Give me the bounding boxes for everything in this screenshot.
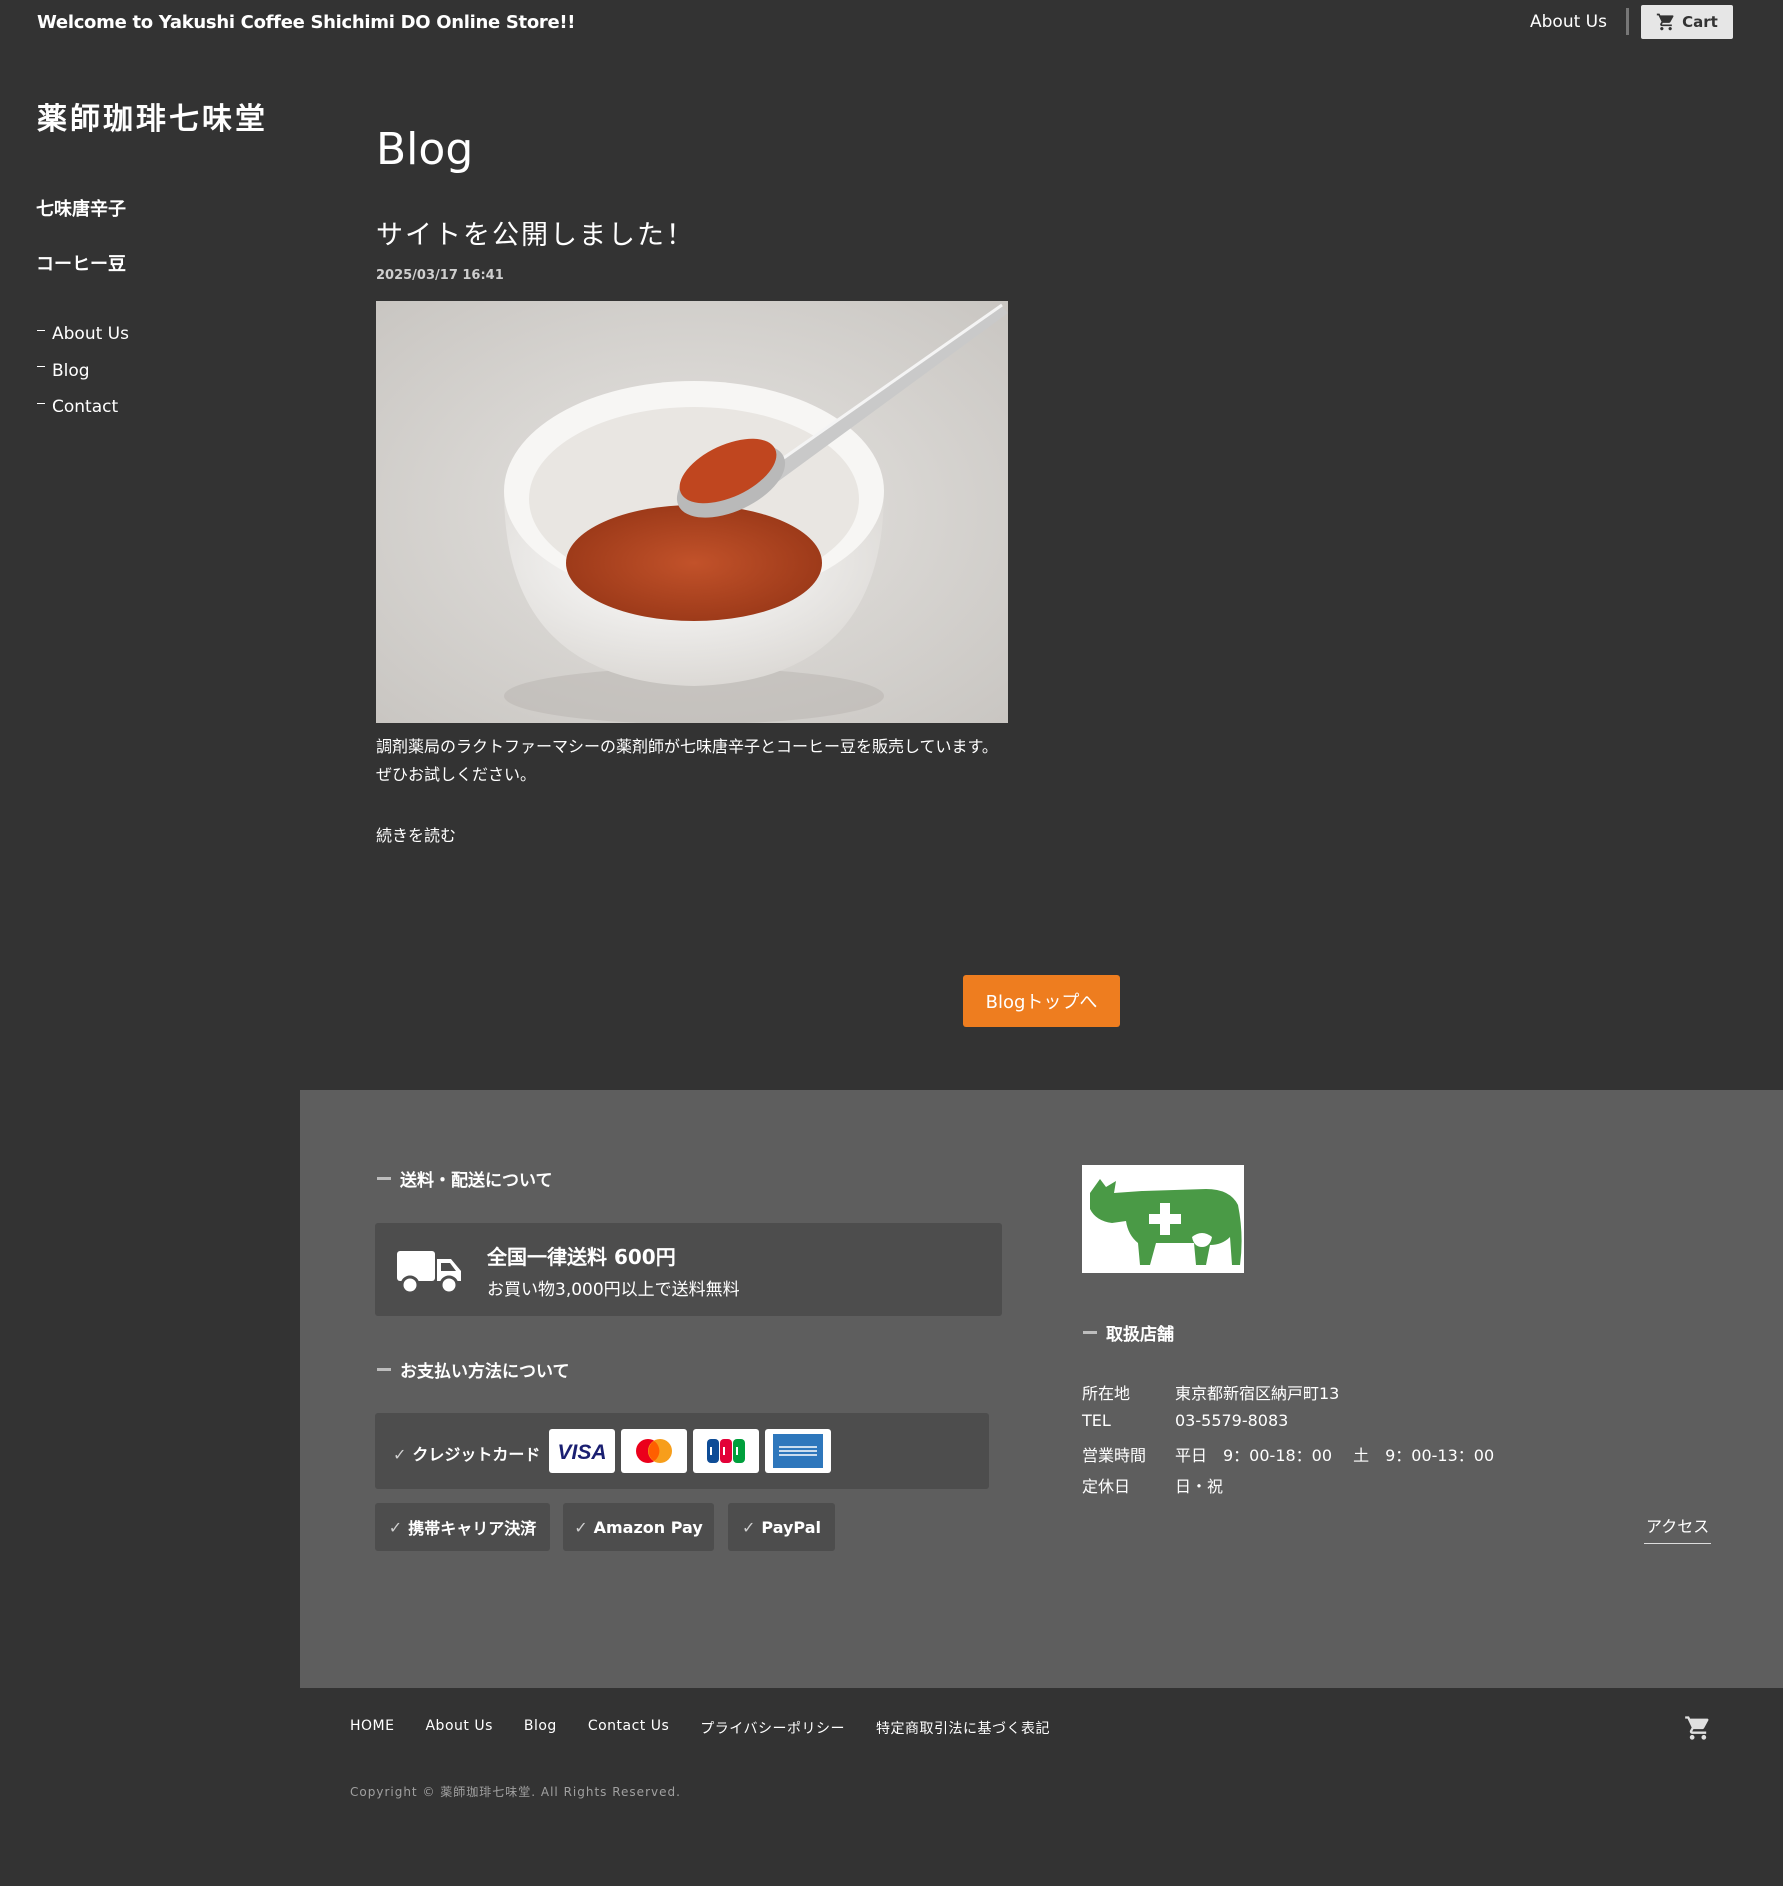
payment-option-label: 携帯キャリア決済	[408, 1519, 537, 1538]
site-logo[interactable]: 薬師珈琲七味堂	[37, 94, 268, 138]
dash-icon	[37, 329, 45, 331]
payment-option-label: PayPal	[761, 1517, 821, 1537]
page-title: Blog	[376, 124, 474, 175]
shop-value: 03-5579-8083	[1175, 1411, 1289, 1430]
shop-value: 日・祝	[1175, 1477, 1224, 1496]
read-more-link[interactable]: 続きを読む	[376, 822, 456, 846]
credit-card-label: ✓ クレジットカード	[393, 1441, 540, 1465]
sidebar-item-label: About Us	[52, 324, 129, 344]
post-excerpt: 調剤薬局のラクトファーマシーの薬剤師が七味唐辛子とコーヒー豆を販売しています。ぜ…	[376, 737, 998, 784]
amex-icon	[765, 1429, 831, 1473]
footer-link-contact[interactable]: Contact Us	[588, 1718, 669, 1738]
footer-nav: HOME About Us Blog Contact Us プライバシーポリシー…	[350, 1718, 1050, 1738]
paypal-chip: ✓ PayPal	[728, 1503, 835, 1551]
cart-button[interactable]: Cart	[1641, 5, 1733, 39]
heading-bar-icon	[377, 1177, 391, 1180]
footer-link-tokusho[interactable]: 特定商取引法に基づく表記	[876, 1718, 1050, 1738]
shop-label: TEL	[1082, 1411, 1111, 1430]
cart-label: Cart	[1682, 13, 1718, 31]
shop-label: 定休日	[1082, 1477, 1131, 1496]
sidebar-item-blog[interactable]: Blog	[37, 361, 129, 398]
shipping-fee: 全国一律送料 600円	[487, 1245, 676, 1269]
truck-icon	[397, 1251, 461, 1295]
shop-heading: 取扱店舗	[1083, 1320, 1174, 1345]
site-footer: HOME About Us Blog Contact Us プライバシーポリシー…	[300, 1688, 1783, 1886]
heading-bar-icon	[377, 1368, 391, 1371]
category-shichimi[interactable]: 七味唐辛子	[36, 195, 126, 221]
sidebar-item-contact[interactable]: Contact	[37, 397, 129, 434]
shop-row-address: 所在地 東京都新宿区納戸町13	[1082, 1380, 1494, 1411]
cart-icon	[1656, 13, 1674, 31]
shop-row-hours: 営業時間 平日 9：00-18：00 土 9：00-13：00	[1082, 1442, 1494, 1473]
cart-icon[interactable]	[1683, 1714, 1713, 1742]
header-divider	[1626, 8, 1629, 35]
dash-icon	[37, 402, 45, 404]
check-icon: ✓	[393, 1445, 407, 1464]
dash-icon	[37, 366, 45, 367]
amazon-pay-chip: ✓ Amazon Pay	[563, 1503, 714, 1551]
footer-link-privacy[interactable]: プライバシーポリシー	[700, 1718, 845, 1738]
heading-bar-icon	[1083, 1331, 1097, 1334]
shop-label: 営業時間	[1082, 1446, 1147, 1465]
footer-link-blog[interactable]: Blog	[524, 1718, 557, 1738]
credit-card-box: ✓ クレジットカード VISA	[375, 1413, 989, 1489]
free-shipping-note: お買い物3,000円以上で送料無料	[487, 1280, 740, 1300]
sidebar-nav: About Us Blog Contact	[37, 324, 129, 434]
sidebar-item-about[interactable]: About Us	[37, 324, 129, 361]
payment-heading: お支払い方法について	[377, 1357, 570, 1382]
svg-text:VISA: VISA	[557, 1441, 606, 1463]
shop-value: 東京都新宿区納戸町13	[1175, 1384, 1340, 1403]
shop-label: 所在地	[1082, 1384, 1131, 1403]
jcb-icon	[693, 1429, 759, 1473]
check-icon: ✓	[388, 1517, 403, 1537]
shipping-heading-text: 送料・配送について	[400, 1171, 553, 1191]
check-icon: ✓	[741, 1517, 756, 1537]
store-info-section: 送料・配送について 全国一律送料 600円 お買い物3,000円以上で送料無料 …	[300, 1090, 1783, 1688]
post-date: 2025/03/17 16:41	[376, 268, 504, 283]
post-image[interactable]	[376, 301, 1008, 723]
pharmacy-cow-logo	[1082, 1165, 1244, 1273]
footer-link-home[interactable]: HOME	[350, 1718, 394, 1738]
mastercard-icon	[621, 1429, 687, 1473]
category-coffee[interactable]: コーヒー豆	[36, 250, 126, 276]
shop-heading-text: 取扱店舗	[1106, 1325, 1174, 1345]
check-icon: ✓	[574, 1517, 588, 1537]
payment-option-label: Amazon Pay	[593, 1517, 703, 1537]
shop-row-closed: 定休日 日・祝	[1082, 1473, 1494, 1504]
payment-heading-text: お支払い方法について	[400, 1362, 570, 1382]
sidebar-item-label: Contact	[52, 397, 119, 417]
shop-row-tel: TEL 03-5579-8083	[1082, 1411, 1494, 1442]
sidebar-item-label: Blog	[52, 360, 90, 381]
shipping-box: 全国一律送料 600円 お買い物3,000円以上で送料無料	[375, 1223, 1002, 1316]
visa-icon: VISA	[549, 1429, 615, 1473]
footer-link-about[interactable]: About Us	[425, 1718, 492, 1738]
blog-top-button[interactable]: Blogトップへ	[963, 975, 1120, 1027]
shipping-heading: 送料・配送について	[377, 1166, 553, 1191]
access-link[interactable]: アクセス	[1644, 1513, 1712, 1544]
copyright: Copyright © 薬師珈琲七味堂. All Rights Reserved…	[350, 1785, 681, 1799]
post-title[interactable]: サイトを公開しました！	[376, 213, 695, 252]
carrier-payment-chip: ✓ 携帯キャリア決済	[375, 1503, 550, 1551]
welcome-message: Welcome to Yakushi Coffee Shichimi DO On…	[37, 12, 576, 33]
shop-value: 平日 9：00-18：00 土 9：00-13：00	[1175, 1446, 1495, 1465]
header-about-link[interactable]: About Us	[1530, 12, 1607, 32]
card-logos: VISA	[549, 1429, 831, 1473]
shop-details: 所在地 東京都新宿区納戸町13 TEL 03-5579-8083 営業時間 平日 9：…	[1082, 1380, 1494, 1504]
credit-card-text: クレジットカード	[412, 1445, 541, 1464]
